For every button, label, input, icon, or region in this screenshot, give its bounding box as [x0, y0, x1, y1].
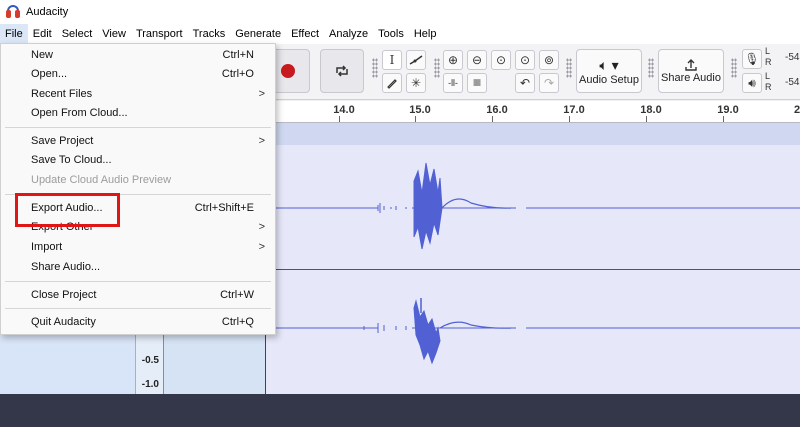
- menu-separator: [5, 308, 271, 309]
- trim-audio-icon[interactable]: -⫴-: [443, 73, 463, 93]
- menu-select[interactable]: Select: [57, 24, 98, 44]
- menu-transport[interactable]: Transport: [131, 24, 188, 44]
- menu-tracks[interactable]: Tracks: [188, 24, 231, 44]
- menu-generate[interactable]: Generate: [230, 24, 286, 44]
- fit-project-icon[interactable]: ⊙: [515, 50, 535, 70]
- scale-label: -0.5: [141, 355, 159, 366]
- ruler-tick-label: 14.0: [333, 104, 355, 116]
- menu-item-quit-audacity[interactable]: Quit Audacity Ctrl+Q: [1, 312, 275, 332]
- toolbar-grip[interactable]: [434, 58, 440, 78]
- menu-item-update-cloud-audio-preview: Update Cloud Audio Preview: [31, 174, 172, 186]
- waveform-area[interactable]: [265, 123, 800, 394]
- menu-item-open[interactable]: Open... Ctrl+O: [1, 64, 275, 84]
- loop-icon: [336, 65, 348, 77]
- menu-analyze[interactable]: Analyze: [324, 24, 373, 44]
- meter-right-label: R: [765, 82, 772, 92]
- record-meter-value: -54: [785, 52, 800, 63]
- menu-item-share-audio[interactable]: Share Audio...: [1, 257, 275, 277]
- toolbar-grip[interactable]: [566, 58, 572, 78]
- submenu-arrow-icon: >: [258, 88, 265, 100]
- menu-separator: [5, 127, 271, 128]
- record-icon: [281, 64, 295, 78]
- audio-setup-label: Audio Setup: [579, 73, 639, 86]
- waveform: [266, 162, 800, 365]
- audacity-logo-icon: [6, 5, 20, 19]
- playback-meter-icon[interactable]: 🔊︎: [742, 73, 762, 93]
- ruler-tick-label: 16.0: [486, 104, 508, 116]
- menu-file[interactable]: File: [0, 24, 28, 44]
- zoom-in-icon[interactable]: ⊕: [443, 50, 463, 70]
- ruler-tick-label: 19.0: [717, 104, 739, 116]
- upload-icon: [685, 59, 697, 71]
- ruler-tick-label: 18.0: [640, 104, 662, 116]
- menu-item-recent-files[interactable]: Recent Files >: [1, 84, 275, 104]
- submenu-arrow-icon: >: [258, 221, 265, 233]
- fit-selection-icon[interactable]: ⊙: [491, 50, 511, 70]
- toolbar-grip[interactable]: [648, 58, 654, 78]
- meter-left-label: L: [765, 46, 771, 56]
- toolbar-grip[interactable]: [731, 58, 737, 78]
- menu-separator: [5, 281, 271, 282]
- loop-button[interactable]: [320, 49, 364, 93]
- zoom-out-icon[interactable]: ⊖: [467, 50, 487, 70]
- menu-view[interactable]: View: [97, 24, 131, 44]
- undo-icon[interactable]: ↶: [515, 73, 535, 93]
- ruler-tick-label: 17.0: [563, 104, 585, 116]
- silence-audio-icon[interactable]: ⫴⫴: [467, 73, 487, 93]
- envelope-tool-icon[interactable]: [406, 50, 426, 70]
- audio-setup-button[interactable]: 🔈︎ ▾ Audio Setup: [576, 49, 642, 93]
- meter-left-label: L: [765, 71, 771, 81]
- menu-item-save-project[interactable]: Save Project >: [1, 131, 275, 151]
- menu-bar: File Edit Select View Transport Tracks G…: [0, 24, 800, 44]
- selection-tool-icon[interactable]: I: [382, 50, 402, 70]
- toolbar-grip[interactable]: [372, 58, 378, 78]
- share-audio-label: Share Audio: [661, 72, 721, 84]
- submenu-arrow-icon: >: [258, 135, 265, 147]
- timeline-ruler[interactable]: 14.0 15.0 16.0 17.0 18.0 19.0 2: [265, 101, 800, 123]
- bottom-status-bar: [0, 394, 800, 427]
- title-bar: Audacity: [0, 0, 800, 24]
- speaker-icon: 🔈︎ ▾: [599, 56, 619, 73]
- export-audio-highlight: [15, 193, 120, 227]
- ruler-tick-label: 2: [793, 104, 800, 116]
- microphone-icon[interactable]: 🎙︎: [742, 49, 762, 69]
- playback-meter-value: -54: [785, 77, 800, 88]
- menu-help[interactable]: Help: [409, 24, 442, 44]
- menu-effect[interactable]: Effect: [286, 24, 324, 44]
- menu-item-save-to-cloud[interactable]: Save To Cloud...: [1, 150, 275, 170]
- menu-item-close-project[interactable]: Close Project Ctrl+W: [1, 285, 275, 305]
- draw-tool-icon[interactable]: [382, 73, 402, 93]
- submenu-arrow-icon: >: [258, 241, 265, 253]
- menu-edit[interactable]: Edit: [28, 24, 57, 44]
- zoom-toggle-icon[interactable]: ⊚: [539, 50, 559, 70]
- share-audio-button[interactable]: Share Audio: [658, 49, 724, 93]
- meter-right-label: R: [765, 57, 772, 67]
- redo-icon[interactable]: ↷: [539, 73, 559, 93]
- ruler-tick-label: 15.0: [409, 104, 431, 116]
- scale-label: -1.0: [141, 379, 159, 390]
- menu-item-open-from-cloud[interactable]: Open From Cloud...: [1, 103, 275, 123]
- window-title: Audacity: [26, 6, 69, 18]
- multi-tool-icon[interactable]: ✳: [406, 73, 426, 93]
- menu-item-new[interactable]: New Ctrl+N: [1, 45, 275, 65]
- menu-item-import[interactable]: Import >: [1, 237, 275, 257]
- file-menu: New Ctrl+N Open... Ctrl+O Recent Files >…: [0, 43, 276, 335]
- menu-tools[interactable]: Tools: [373, 24, 409, 44]
